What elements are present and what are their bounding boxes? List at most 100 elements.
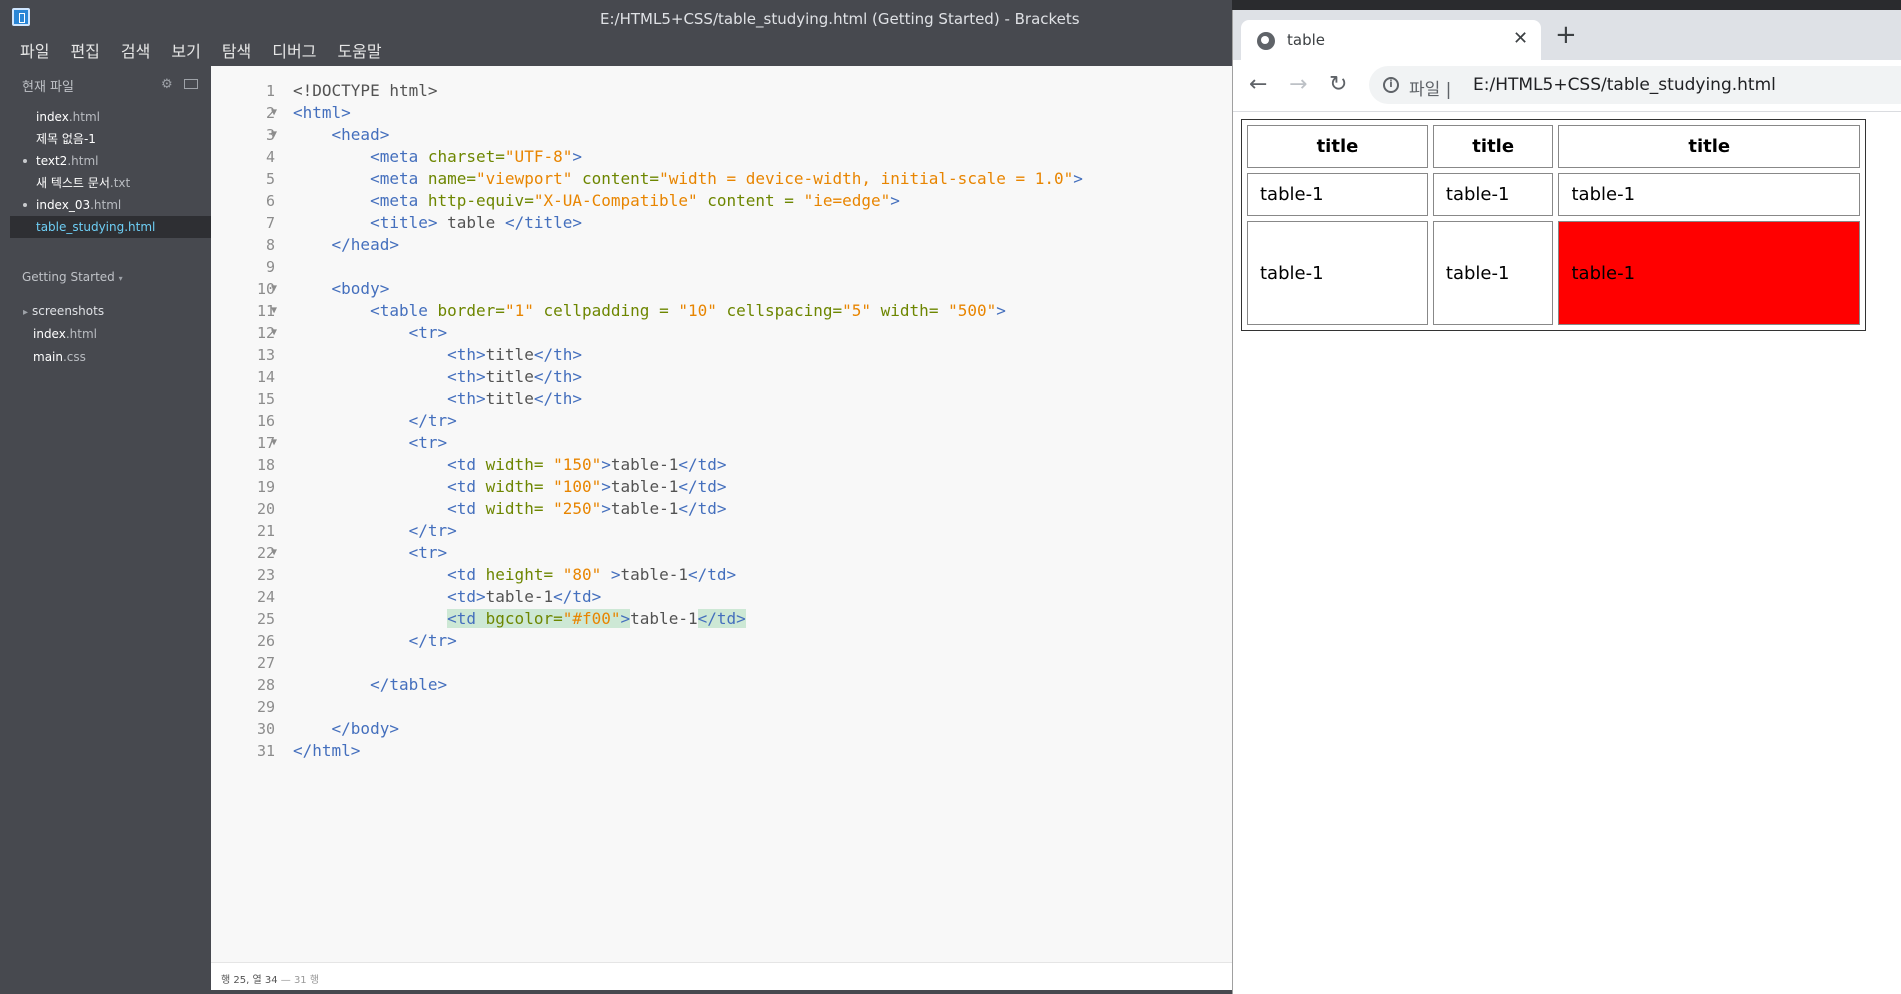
code-token: content= xyxy=(572,169,660,188)
line-number: 28 xyxy=(211,674,281,696)
code-token: </td> xyxy=(678,455,727,474)
line-number: 29 xyxy=(211,696,281,718)
file-name: text2 xyxy=(36,154,68,168)
tree-file[interactable]: index.html xyxy=(10,323,211,346)
code-token: <td xyxy=(447,477,486,496)
line-number: 6 xyxy=(211,190,281,212)
code-token: </td> xyxy=(687,565,737,584)
table-cell: table-1 xyxy=(1247,221,1428,325)
browser-window: table ✕ + ← → ↻ i 파일 | E:/HTML5+CSS/tabl… xyxy=(1232,10,1901,994)
code-token: <table xyxy=(370,301,438,320)
code-token: <meta xyxy=(370,169,428,188)
code-token: </td> xyxy=(697,609,746,628)
line-number: 9 xyxy=(211,256,281,278)
code-token: "UTF-8" xyxy=(504,147,573,166)
info-icon[interactable]: i xyxy=(1383,77,1399,93)
back-arrow-icon[interactable]: ← xyxy=(1249,72,1267,97)
fold-arrow-icon[interactable]: ▼ xyxy=(271,278,277,300)
menu-find[interactable]: 검색 xyxy=(121,34,159,66)
code-token: "250" xyxy=(553,499,602,518)
fold-arrow-icon[interactable]: ▼ xyxy=(271,322,277,344)
url-text[interactable]: E:/HTML5+CSS/table_studying.html xyxy=(1473,75,1776,95)
fold-arrow-icon[interactable]: ▼ xyxy=(271,432,277,454)
menu-help[interactable]: 도움말 xyxy=(337,34,390,66)
new-tab-icon[interactable]: + xyxy=(1555,22,1577,48)
split-view-icon[interactable] xyxy=(184,79,198,89)
rendered-table: title title title table-1 table-1 table-… xyxy=(1241,119,1866,331)
menu-view[interactable]: 보기 xyxy=(171,34,209,66)
forward-arrow-icon[interactable]: → xyxy=(1289,72,1307,97)
fold-arrow-icon[interactable]: ▼ xyxy=(271,102,277,124)
brackets-app-icon[interactable] xyxy=(12,8,30,26)
line-number-text: 21 xyxy=(256,522,275,540)
code-line: <th>title</th> xyxy=(293,344,1223,366)
unsaved-dot-icon xyxy=(23,159,27,163)
working-file-item[interactable]: table_studying.html xyxy=(10,216,211,238)
cursor-position-text: 행 25, 열 34 xyxy=(221,975,278,986)
code-area[interactable]: <!DOCTYPE html> <html> <head> <meta chars… xyxy=(293,80,1223,762)
code-token: > xyxy=(620,609,631,628)
code-line: </head> xyxy=(293,234,1223,256)
code-line: <td>table-1</td> xyxy=(293,586,1223,608)
reload-icon[interactable]: ↻ xyxy=(1329,72,1347,97)
code-token: > xyxy=(610,565,621,584)
code-token: <th> xyxy=(447,367,486,386)
close-icon[interactable]: ✕ xyxy=(1513,28,1528,49)
line-number: 15 xyxy=(211,388,281,410)
code-token: <td xyxy=(447,455,486,474)
working-file-item[interactable]: index_03.html xyxy=(10,194,211,216)
menu-edit[interactable]: 편집 xyxy=(70,34,108,66)
code-token: </tr> xyxy=(408,631,457,650)
file-name: index_03 xyxy=(36,198,91,212)
code-token: table xyxy=(437,213,505,232)
tab-table[interactable]: table ✕ xyxy=(1241,20,1541,60)
menu-navigate[interactable]: 탐색 xyxy=(222,34,260,66)
code-token: http-equiv= xyxy=(427,191,534,210)
gear-icon[interactable]: ⚙ xyxy=(161,77,173,92)
working-file-item[interactable]: index.html xyxy=(10,106,211,128)
working-file-item[interactable]: text2.html xyxy=(10,150,211,172)
working-file-item[interactable]: 새 텍스트 문서.txt xyxy=(10,172,211,194)
tree-file[interactable]: main.css xyxy=(10,346,211,369)
line-number-text: 26 xyxy=(256,632,275,650)
sidebar: 현재 파일 ⚙ index.html 제목 없음-1 text2.html 새 텍스트… xyxy=(10,66,211,994)
line-number-text: 5 xyxy=(265,170,275,188)
file-name: index xyxy=(36,110,69,124)
tree-folder[interactable]: screenshots xyxy=(10,300,211,323)
file-name: 새 텍스트 문서 xyxy=(36,176,110,190)
file-extension: .txt xyxy=(109,176,131,190)
fold-arrow-icon[interactable]: ▼ xyxy=(271,542,277,564)
menu-file[interactable]: 파일 xyxy=(20,34,58,66)
code-token: <th> xyxy=(447,345,486,364)
code-line: <meta charset="UTF-8"> xyxy=(293,146,1223,168)
address-bar[interactable]: i 파일 | E:/HTML5+CSS/table_studying.html xyxy=(1369,66,1901,104)
window-title: E:/HTML5+CSS/table_studying.html (Gettin… xyxy=(600,10,1080,28)
menu-debug[interactable]: 디버그 xyxy=(272,34,325,66)
code-line: <tr> xyxy=(293,322,1223,344)
table-cell-red: table-1 xyxy=(1558,221,1860,325)
line-number-text: 24 xyxy=(256,588,275,606)
line-number: 12 ▼ xyxy=(211,322,281,344)
file-name: main xyxy=(33,350,63,364)
fold-arrow-icon[interactable]: ▼ xyxy=(271,300,277,322)
code-editor[interactable]: 1 2 ▼ 3 ▼ 4 5 6 7 8 9 10 ▼ 11 ▼ 12 ▼ 13 14 15 16 17 ▼ 18 19 20 21 2… xyxy=(211,66,1232,962)
line-number: 22 ▼ xyxy=(211,542,281,564)
file-name: 제목 없음-1 xyxy=(36,132,96,146)
working-file-item[interactable]: 제목 없음-1 xyxy=(10,128,211,150)
line-number-text: 28 xyxy=(256,676,275,694)
line-number: 3 ▼ xyxy=(211,124,281,146)
code-line: <meta http-equiv="X-UA-Compatible" conte… xyxy=(293,190,1223,212)
code-token: <meta xyxy=(370,147,428,166)
code-token: content = xyxy=(697,191,804,210)
table-cell: table-1 xyxy=(1432,221,1554,325)
code-line: <table border="1" cellpadding = "10" cel… xyxy=(293,300,1223,322)
fold-arrow-icon[interactable]: ▼ xyxy=(271,124,277,146)
project-title[interactable]: Getting Started ▾ xyxy=(22,270,123,284)
